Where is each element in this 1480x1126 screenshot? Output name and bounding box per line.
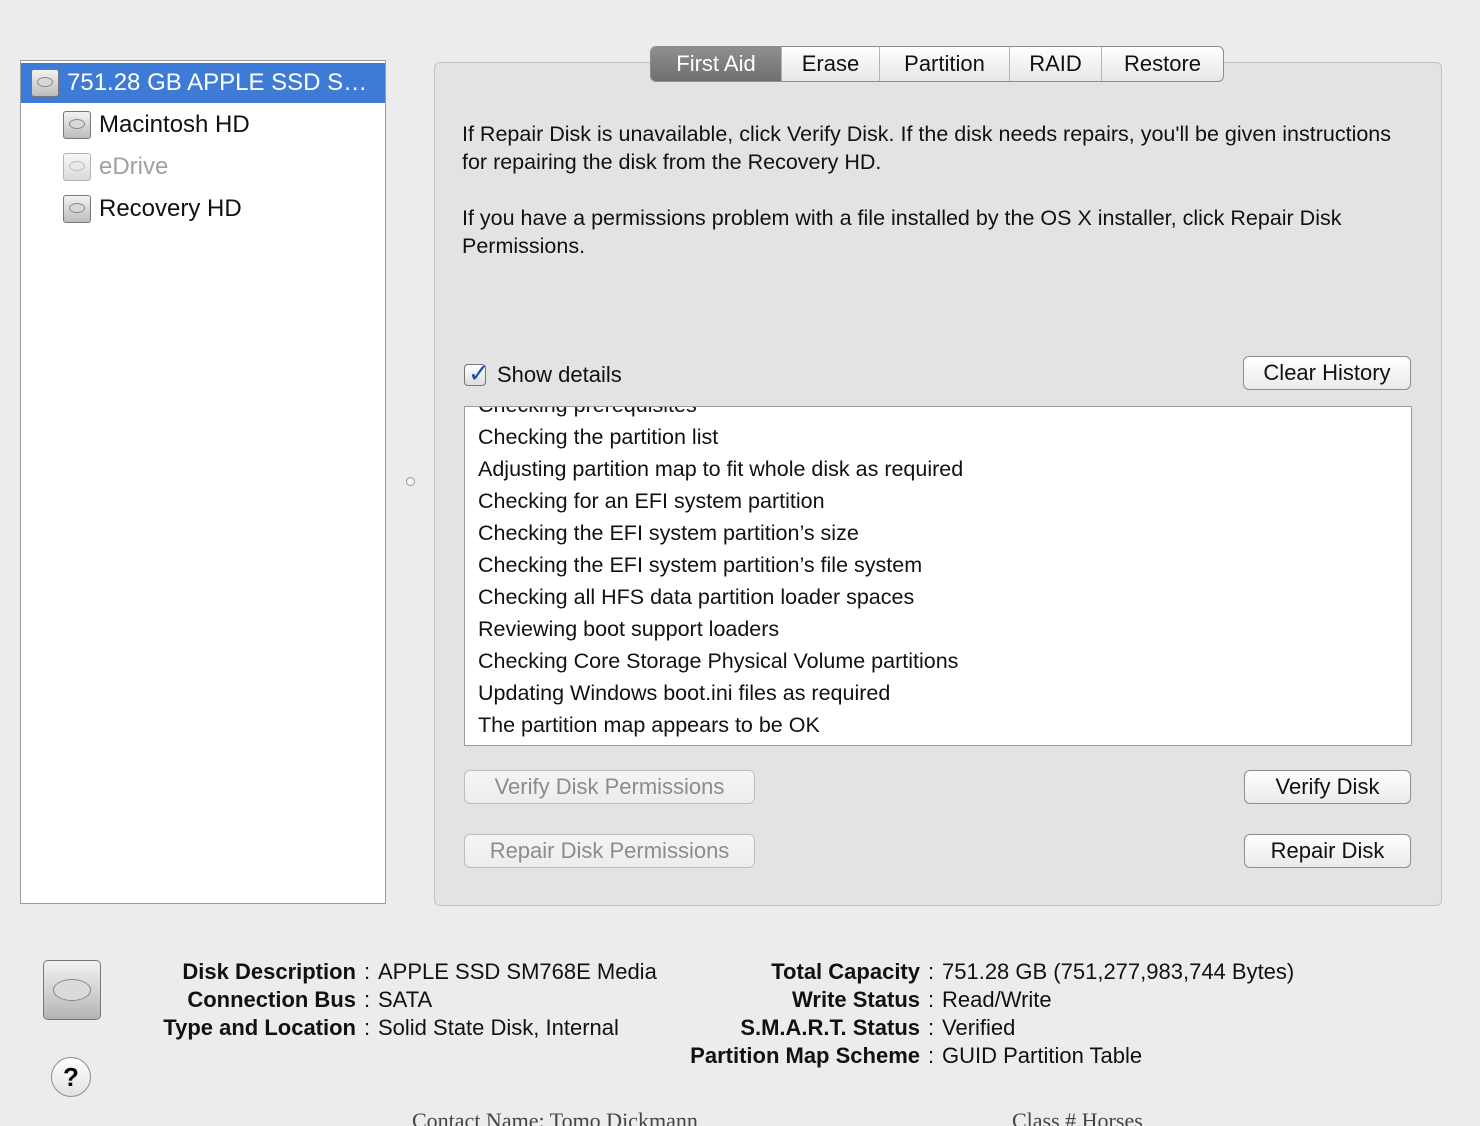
- log-line: Checking all HFS data partition loader s…: [478, 585, 915, 609]
- info-value: APPLE SSD SM768E Media: [378, 959, 657, 984]
- info-row: S.M.A.R.T. Status : Verified: [660, 1014, 1294, 1042]
- info-colon: :: [927, 1015, 935, 1040]
- info-row: Type and Location : Solid State Disk, In…: [128, 1014, 657, 1042]
- disk-sidebar[interactable]: 751.28 GB APPLE SSD S… Macintosh HD eDri…: [20, 60, 386, 904]
- disk-info-left: Disk Description : APPLE SSD SM768E Medi…: [128, 958, 657, 1042]
- info-value: Verified: [942, 1015, 1016, 1040]
- help-button[interactable]: ?: [51, 1057, 91, 1097]
- log-line: Updating Windows boot.ini files as requi…: [478, 681, 891, 705]
- checkbox-box[interactable]: ✓: [464, 358, 490, 388]
- hard-disk-icon: [31, 69, 59, 97]
- info-value: 751.28 GB (751,277,983,744 Bytes): [942, 959, 1295, 984]
- info-row: Total Capacity : 751.28 GB (751,277,983,…: [660, 958, 1294, 986]
- hard-disk-icon: [43, 960, 101, 1020]
- volume-icon: [63, 111, 91, 139]
- info-value: Read/Write: [942, 987, 1052, 1012]
- info-colon: :: [927, 987, 935, 1012]
- info-row: Disk Description : APPLE SSD SM768E Medi…: [128, 958, 657, 986]
- log-line: Checking Core Storage Physical Volume pa…: [478, 649, 959, 673]
- info-value: GUID Partition Table: [942, 1043, 1143, 1068]
- tab-erase[interactable]: Erase: [781, 47, 879, 81]
- info-colon: :: [363, 1015, 371, 1040]
- info-row: Write Status : Read/Write: [660, 986, 1294, 1014]
- volume-icon: [63, 153, 91, 181]
- disk-info-right: Total Capacity : 751.28 GB (751,277,983,…: [660, 958, 1294, 1070]
- log-line: Checking the partition list: [478, 425, 719, 449]
- tab-restore[interactable]: Restore: [1101, 47, 1223, 81]
- log-line: Checking the EFI system partition’s file…: [478, 553, 923, 577]
- info-label: Total Capacity: [771, 959, 920, 984]
- info-row: Connection Bus : SATA: [128, 986, 657, 1014]
- info-text-permissions: If you have a permissions problem with a…: [462, 206, 1342, 258]
- sidebar-item-label: eDrive: [99, 153, 169, 180]
- tab-partition[interactable]: Partition: [879, 47, 1009, 81]
- checkmark-icon: ✓: [468, 358, 490, 388]
- log-line: Adjusting partition map to fit whole dis…: [478, 457, 964, 481]
- info-row: Partition Map Scheme : GUID Partition Ta…: [660, 1042, 1294, 1070]
- info-colon: :: [363, 987, 371, 1012]
- log-line: The partition map appears to be OK: [478, 713, 820, 737]
- repair-disk-permissions-button[interactable]: Repair Disk Permissions: [464, 834, 755, 868]
- info-text-repair-disk: If Repair Disk is unavailable, click Ver…: [462, 122, 1392, 174]
- sidebar-item-recovery-hd[interactable]: Recovery HD: [21, 189, 385, 229]
- log-line: Checking prerequisites: [478, 407, 963, 421]
- info-label: Disk Description: [182, 959, 356, 984]
- sidebar-item-macintosh-hd[interactable]: Macintosh HD: [21, 105, 385, 145]
- verify-disk-button[interactable]: Verify Disk: [1244, 770, 1411, 804]
- tab-first-aid[interactable]: First Aid: [651, 47, 781, 81]
- sidebar-item-label: Recovery HD: [99, 195, 242, 222]
- clear-history-button[interactable]: Clear History: [1243, 356, 1411, 390]
- sidebar-item-label: Macintosh HD: [99, 111, 250, 138]
- info-label: Type and Location: [163, 1015, 356, 1040]
- background-window-text: Class # Horses: [1012, 1108, 1143, 1126]
- sidebar-item-label: 751.28 GB APPLE SSD S…: [67, 69, 368, 96]
- sidebar-item-apple-ssd[interactable]: 751.28 GB APPLE SSD S…: [21, 63, 385, 103]
- info-label: S.M.A.R.T. Status: [740, 1015, 920, 1040]
- background-window-text: Contact Name: Tomo Dickmann: [412, 1108, 698, 1126]
- log-line: Checking the EFI system partition’s size: [478, 521, 859, 545]
- splitter-handle[interactable]: [406, 477, 415, 486]
- tab-raid[interactable]: RAID: [1009, 47, 1101, 81]
- info-value: SATA: [378, 987, 433, 1012]
- log-line: Reviewing boot support loaders: [478, 617, 780, 641]
- volume-icon: [63, 195, 91, 223]
- details-log[interactable]: Checking prerequisites Checking the parti…: [464, 406, 1412, 746]
- info-colon: :: [927, 1043, 935, 1068]
- log-line: Checking for an EFI system partition: [478, 489, 825, 513]
- tab-bar: First Aid Erase Partition RAID Restore: [650, 46, 1224, 82]
- show-details-label: Show details: [497, 362, 622, 387]
- show-details-checkbox[interactable]: ✓ Show details: [464, 358, 622, 388]
- repair-disk-button[interactable]: Repair Disk: [1244, 834, 1411, 868]
- log-lines: Checking prerequisites Checking the parti…: [478, 407, 964, 741]
- sidebar-item-edrive[interactable]: eDrive: [21, 147, 385, 187]
- info-colon: :: [927, 959, 935, 984]
- info-colon: :: [363, 959, 371, 984]
- info-label: Partition Map Scheme: [690, 1043, 920, 1068]
- verify-disk-permissions-button[interactable]: Verify Disk Permissions: [464, 770, 755, 804]
- info-label: Write Status: [792, 987, 920, 1012]
- info-value: Solid State Disk, Internal: [378, 1015, 619, 1040]
- info-label: Connection Bus: [187, 987, 356, 1012]
